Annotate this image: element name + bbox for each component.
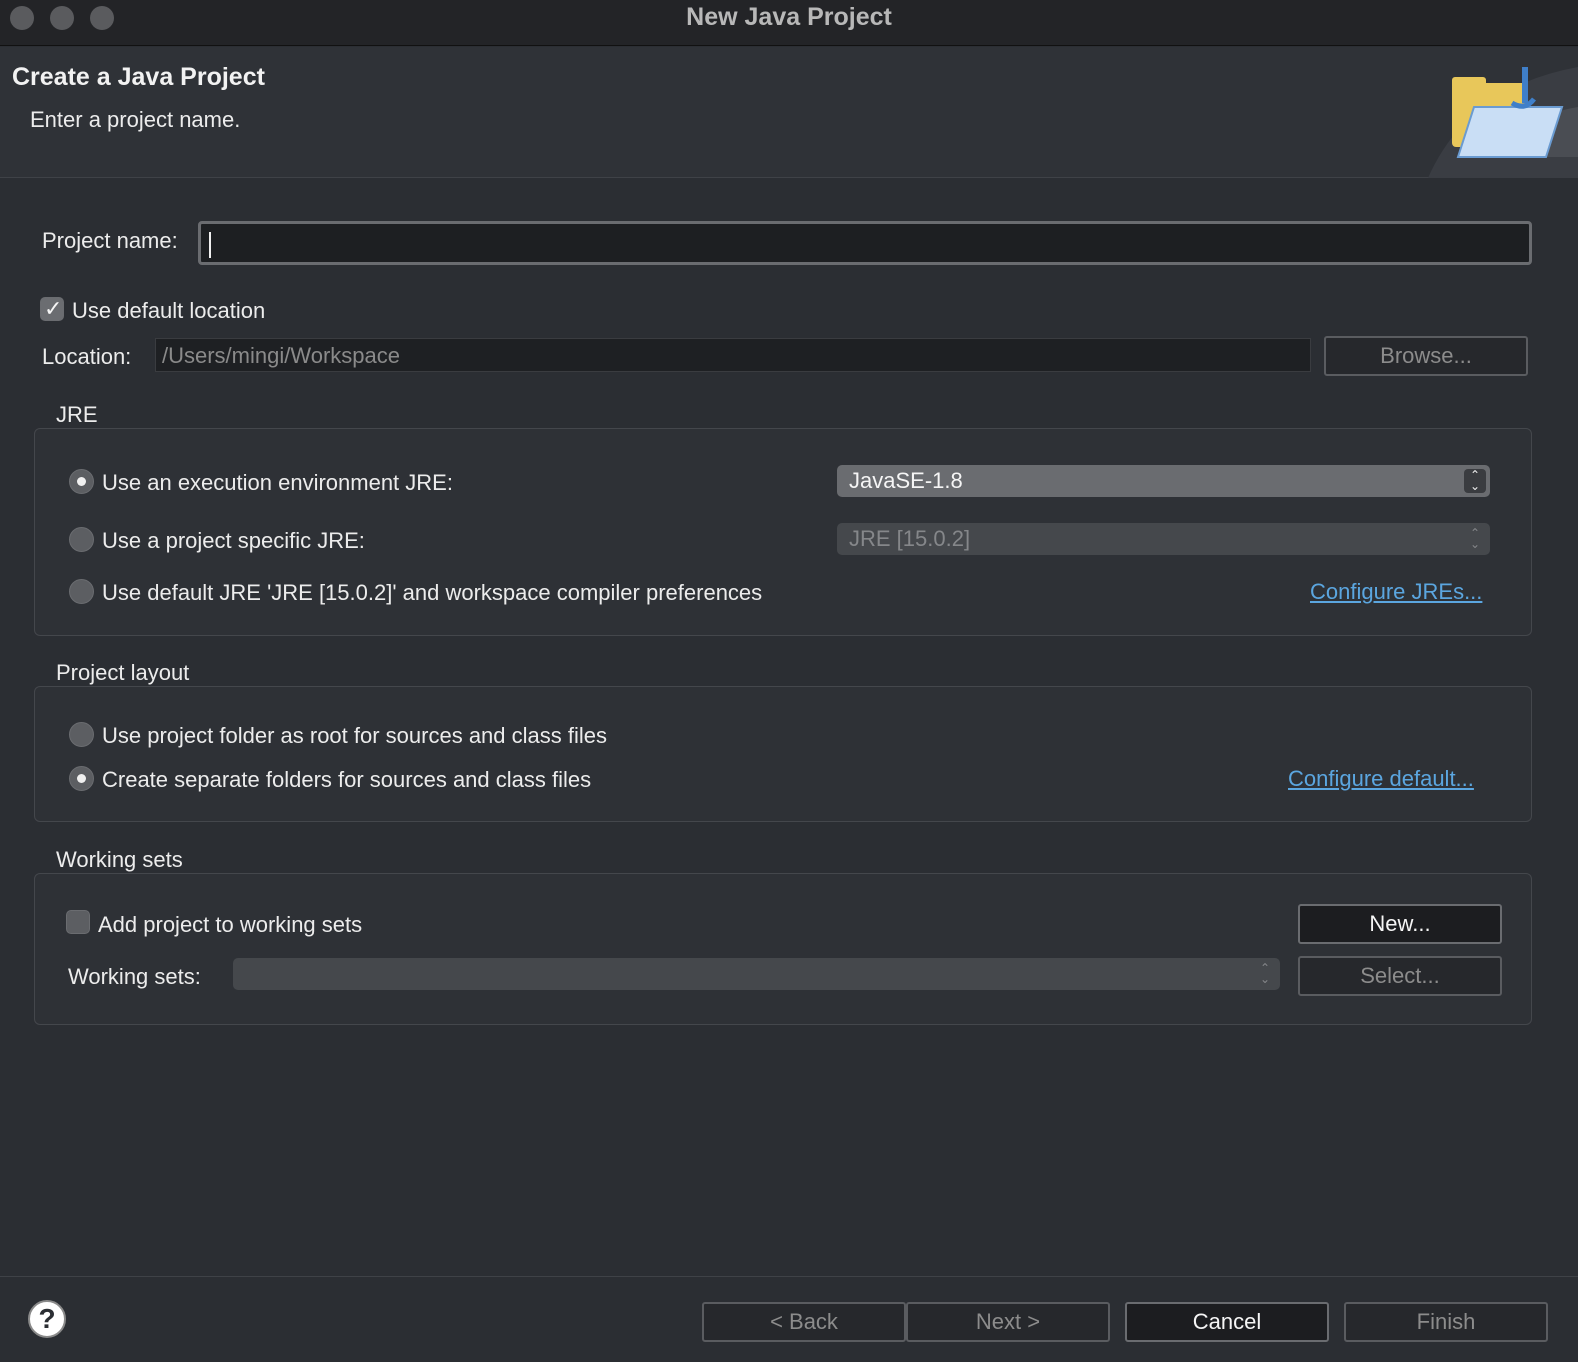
working-sets-group	[34, 873, 1532, 1025]
finish-button: Finish	[1344, 1302, 1548, 1342]
java-project-folder-icon	[1428, 67, 1578, 178]
configure-default-link[interactable]: Configure default...	[1288, 766, 1474, 792]
project-specific-jre-label: Use a project specific JRE:	[102, 528, 365, 553]
help-icon[interactable]: ?	[28, 1300, 66, 1338]
separate-folders-layout-label: Create separate folders for sources and …	[102, 767, 592, 792]
exec-env-value: JavaSE-1.8	[849, 468, 963, 493]
add-to-working-sets-checkbox[interactable]	[66, 910, 90, 934]
add-to-working-sets-label: Add project to working sets	[98, 912, 363, 937]
working-sets-select: ⌃ ⌄	[233, 958, 1280, 990]
project-specific-jre-radio[interactable]	[69, 527, 94, 552]
page-description: Enter a project name.	[30, 107, 241, 132]
wizard-banner: Create a Java Project Enter a project na…	[0, 47, 1578, 178]
updown-arrows-icon: ⌃ ⌄	[1259, 961, 1271, 986]
root-folder-layout-label: Use project folder as root for sources a…	[102, 723, 608, 748]
jre-group-title: JRE	[56, 402, 98, 427]
next-button: Next >	[906, 1302, 1110, 1342]
working-sets-group-title: Working sets	[56, 847, 183, 872]
back-button: < Back	[702, 1302, 906, 1342]
default-jre-label: Use default JRE 'JRE [15.0.2]' and works…	[102, 580, 763, 605]
page-title: Create a Java Project	[12, 63, 265, 91]
title-bar: New Java Project	[0, 0, 1578, 46]
location-label: Location:	[42, 344, 132, 369]
location-field[interactable]: /Users/mingi/Workspace	[155, 338, 1311, 372]
exec-env-select[interactable]: JavaSE-1.8 ⌃ ⌄	[837, 465, 1490, 497]
project-layout-group	[34, 686, 1532, 822]
cancel-button[interactable]: Cancel	[1125, 1302, 1329, 1342]
working-sets-label: Working sets:	[68, 964, 201, 989]
footer-divider	[0, 1276, 1578, 1277]
configure-jres-link[interactable]: Configure JREs...	[1310, 579, 1482, 605]
browse-button[interactable]: Browse...	[1324, 336, 1528, 376]
project-specific-jre-select: JRE [15.0.2] ⌃ ⌄	[837, 523, 1490, 555]
new-working-set-button[interactable]: New...	[1298, 904, 1502, 944]
use-default-location-checkbox[interactable]: ✓	[40, 296, 64, 321]
project-name-label: Project name:	[42, 228, 178, 253]
default-jre-radio[interactable]	[69, 579, 94, 604]
separate-folders-layout-radio[interactable]	[69, 766, 94, 791]
project-specific-jre-value: JRE [15.0.2]	[849, 526, 971, 551]
project-layout-group-title: Project layout	[56, 660, 190, 685]
select-working-sets-button: Select...	[1298, 956, 1502, 996]
updown-arrows-icon: ⌃ ⌄	[1464, 469, 1486, 493]
use-default-location-label: Use default location	[72, 298, 266, 323]
window-title: New Java Project	[686, 3, 892, 31]
exec-env-jre-label: Use an execution environment JRE:	[102, 470, 453, 495]
checkmark-icon: ✓	[44, 296, 63, 321]
text-caret	[209, 232, 211, 258]
project-name-input[interactable]	[198, 221, 1532, 265]
exec-env-jre-radio[interactable]	[69, 469, 94, 494]
root-folder-layout-radio[interactable]	[69, 722, 94, 747]
updown-arrows-icon: ⌃ ⌄	[1469, 526, 1481, 551]
